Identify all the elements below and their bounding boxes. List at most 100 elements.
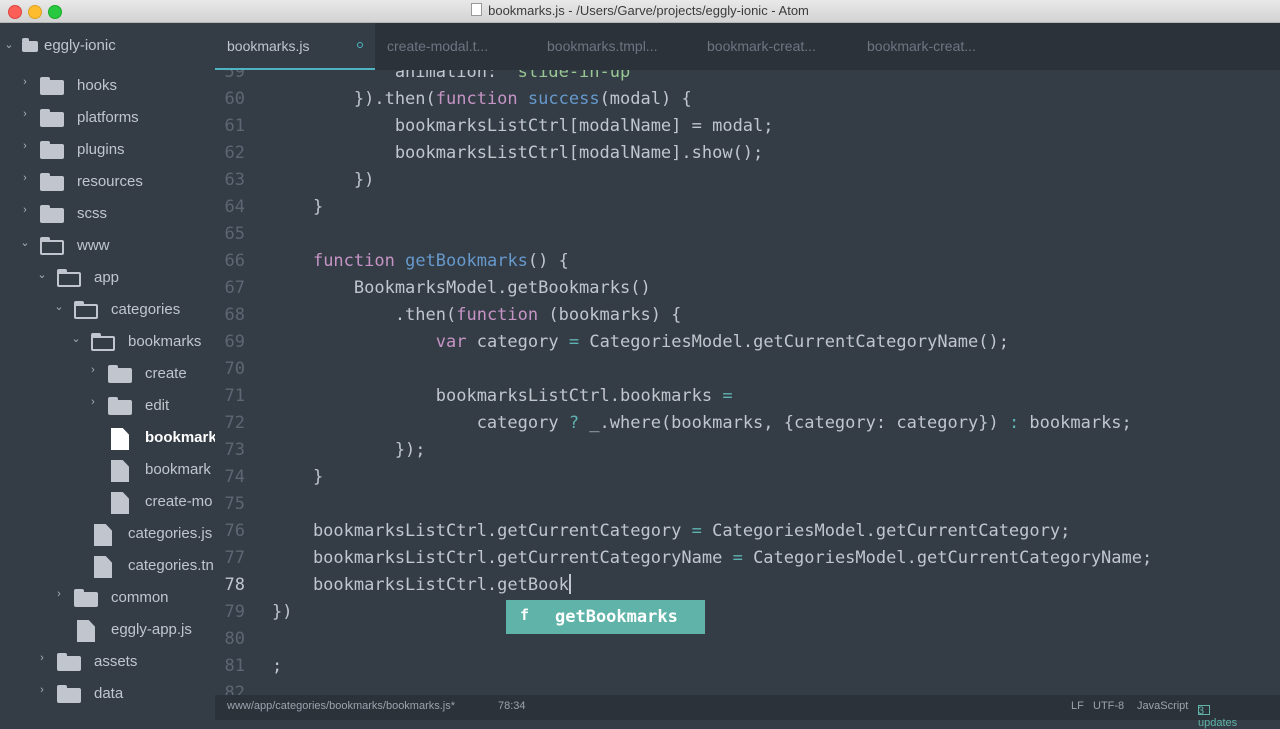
tree-item-label: app (94, 269, 120, 286)
tree-item-label: bookmark (145, 429, 215, 446)
tree-folder-item[interactable]: › platforms (0, 105, 215, 131)
folder-icon (40, 205, 64, 223)
folder-icon (40, 141, 64, 159)
tree-item-label: common (111, 589, 169, 606)
folder-icon (108, 397, 132, 415)
code-line: } (272, 197, 324, 217)
tree-item-label: www (77, 237, 110, 254)
tree-file-item[interactable]: bookmark (0, 457, 215, 483)
tree-folder-item[interactable]: › resources (0, 169, 215, 195)
file-icon (111, 492, 129, 514)
tree-folder-item[interactable]: › hooks (0, 73, 215, 99)
chevron-down-icon: ⌄ (4, 39, 14, 51)
tab-bookmarks-tmpl[interactable]: bookmarks.tmpl... (535, 23, 695, 70)
tab-create-modal[interactable]: create-modal.t... (375, 23, 535, 70)
code-line: var category = CategoriesModel.getCurren… (435, 332, 1009, 352)
line-number[interactable]: 82 (215, 680, 1280, 695)
file-path[interactable]: www/app/categories/bookmarks/bookmarks.j… (227, 700, 455, 712)
encoding-selector[interactable]: UTF-8 (1093, 700, 1124, 712)
code-line: bookmarksListCtrl.getCurrentCategory = C… (272, 521, 1071, 541)
chevron-down-icon: ⌄ (71, 333, 81, 345)
chevron-right-icon: › (40, 652, 44, 664)
chevron-down-icon: ⌄ (20, 237, 30, 249)
file-icon (77, 620, 95, 642)
text-cursor (568, 574, 571, 594)
folder-icon (57, 653, 81, 671)
chevron-right-icon: › (23, 76, 27, 88)
tree-folder-item[interactable]: › scss (0, 201, 215, 227)
tree-item-label: scss (77, 205, 107, 222)
folder-icon (108, 365, 132, 383)
code-line: .then(function (bookmarks) { (272, 305, 682, 325)
tree-folder-item[interactable]: ⌄ bookmarks (0, 329, 215, 355)
tree-folder-item[interactable]: › assets (0, 649, 215, 675)
folder-icon (22, 38, 38, 52)
code-line: bookmarksListCtrl.getCurrentCategoryName… (272, 548, 1153, 568)
folder-icon (57, 269, 81, 287)
tree-item-label: categories.js (128, 525, 213, 542)
tree-folder-item[interactable]: › common (0, 585, 215, 611)
chevron-down-icon: ⌄ (37, 269, 47, 281)
tab-bar: bookmarks.js create-modal.t... bookmarks… (215, 23, 1280, 70)
tree-item-label: plugins (77, 141, 125, 158)
tree-item-label: resources (77, 173, 143, 190)
code-line: function getBookmarks() { (312, 251, 569, 271)
chevron-right-icon: › (23, 204, 27, 216)
tree-folder-item[interactable]: ⌄ categories (0, 297, 215, 323)
code-editor[interactable]: 59 60 61 62 63 64 65 66 67 68 69 70 71 72 73 74 75 76 77 78… (215, 70, 1280, 695)
tree-item-label: data (94, 685, 124, 702)
tree-item-label: create (145, 365, 187, 382)
tree-folder-item[interactable]: ⌄ app (0, 265, 215, 291)
file-icon (111, 428, 129, 450)
tree-folder-item[interactable]: › plugins (0, 137, 215, 163)
window-title: bookmarks.js - /Users/Garve/projects/egg… (0, 3, 1280, 18)
function-type-icon: f (520, 606, 530, 624)
folder-icon (40, 109, 64, 127)
tree-file-item[interactable]: bookmark (0, 425, 215, 451)
cursor-position[interactable]: 78:34 (498, 700, 526, 712)
tree-item-label: bookmarks (128, 333, 202, 350)
tree-file-item[interactable]: categories.tn (0, 553, 215, 579)
code-line: }) (272, 170, 375, 190)
tree-file-item[interactable]: categories.js (0, 521, 215, 547)
folder-icon (57, 685, 81, 703)
chevron-right-icon: › (23, 172, 27, 184)
document-icon (471, 3, 483, 16)
code-line: ; (272, 656, 283, 676)
tree-folder-item[interactable]: › create (0, 361, 215, 387)
code-line: BookmarksModel.getBookmarks() (272, 278, 651, 298)
tree-folder-item[interactable]: › edit (0, 393, 215, 419)
tree-view: ⌄ eggly-ionic › hooks › platforms › plugins › r… (0, 23, 215, 720)
code-line: animation: 'slide-in-up' (272, 70, 641, 82)
grammar-selector[interactable]: JavaScript (1137, 700, 1188, 712)
folder-icon (40, 173, 64, 191)
code-line: category ? _.where(bookmarks, {category:… (272, 413, 1132, 433)
chevron-right-icon: › (57, 588, 61, 600)
code-line: }) (272, 602, 293, 622)
chevron-right-icon: › (91, 364, 95, 376)
autocomplete-suggestion[interactable]: f getBookmarks (506, 600, 705, 634)
modified-indicator-icon (357, 42, 363, 48)
chevron-down-icon: ⌄ (54, 301, 64, 313)
tab-bookmark-create-1[interactable]: bookmark-creat... (695, 23, 855, 70)
code-line: }).then(function success(modal) { (272, 89, 692, 109)
tree-folder-item[interactable]: › data (0, 681, 215, 707)
folder-icon (74, 589, 98, 607)
tree-folder-item[interactable]: ⌄ www (0, 233, 215, 259)
tree-file-item[interactable]: create-mo (0, 489, 215, 515)
code-line-current: bookmarksListCtrl.getBook (272, 574, 571, 595)
tree-item-label: categories (111, 301, 181, 318)
code-line: }); (272, 440, 426, 460)
line-number-text: 82 (224, 683, 245, 695)
tab-bookmarks-js[interactable]: bookmarks.js (215, 23, 375, 70)
tree-file-item[interactable]: eggly-app.js (0, 617, 215, 643)
line-ending-selector[interactable]: LF (1071, 700, 1084, 712)
chevron-right-icon: › (40, 684, 44, 696)
tab-bookmark-create-2[interactable]: bookmark-creat... (855, 23, 1015, 70)
code-line: bookmarksListCtrl[modalName].show(); (272, 143, 764, 163)
chevron-right-icon: › (91, 396, 95, 408)
code-line: bookmarksListCtrl.bookmarks = (272, 386, 733, 406)
